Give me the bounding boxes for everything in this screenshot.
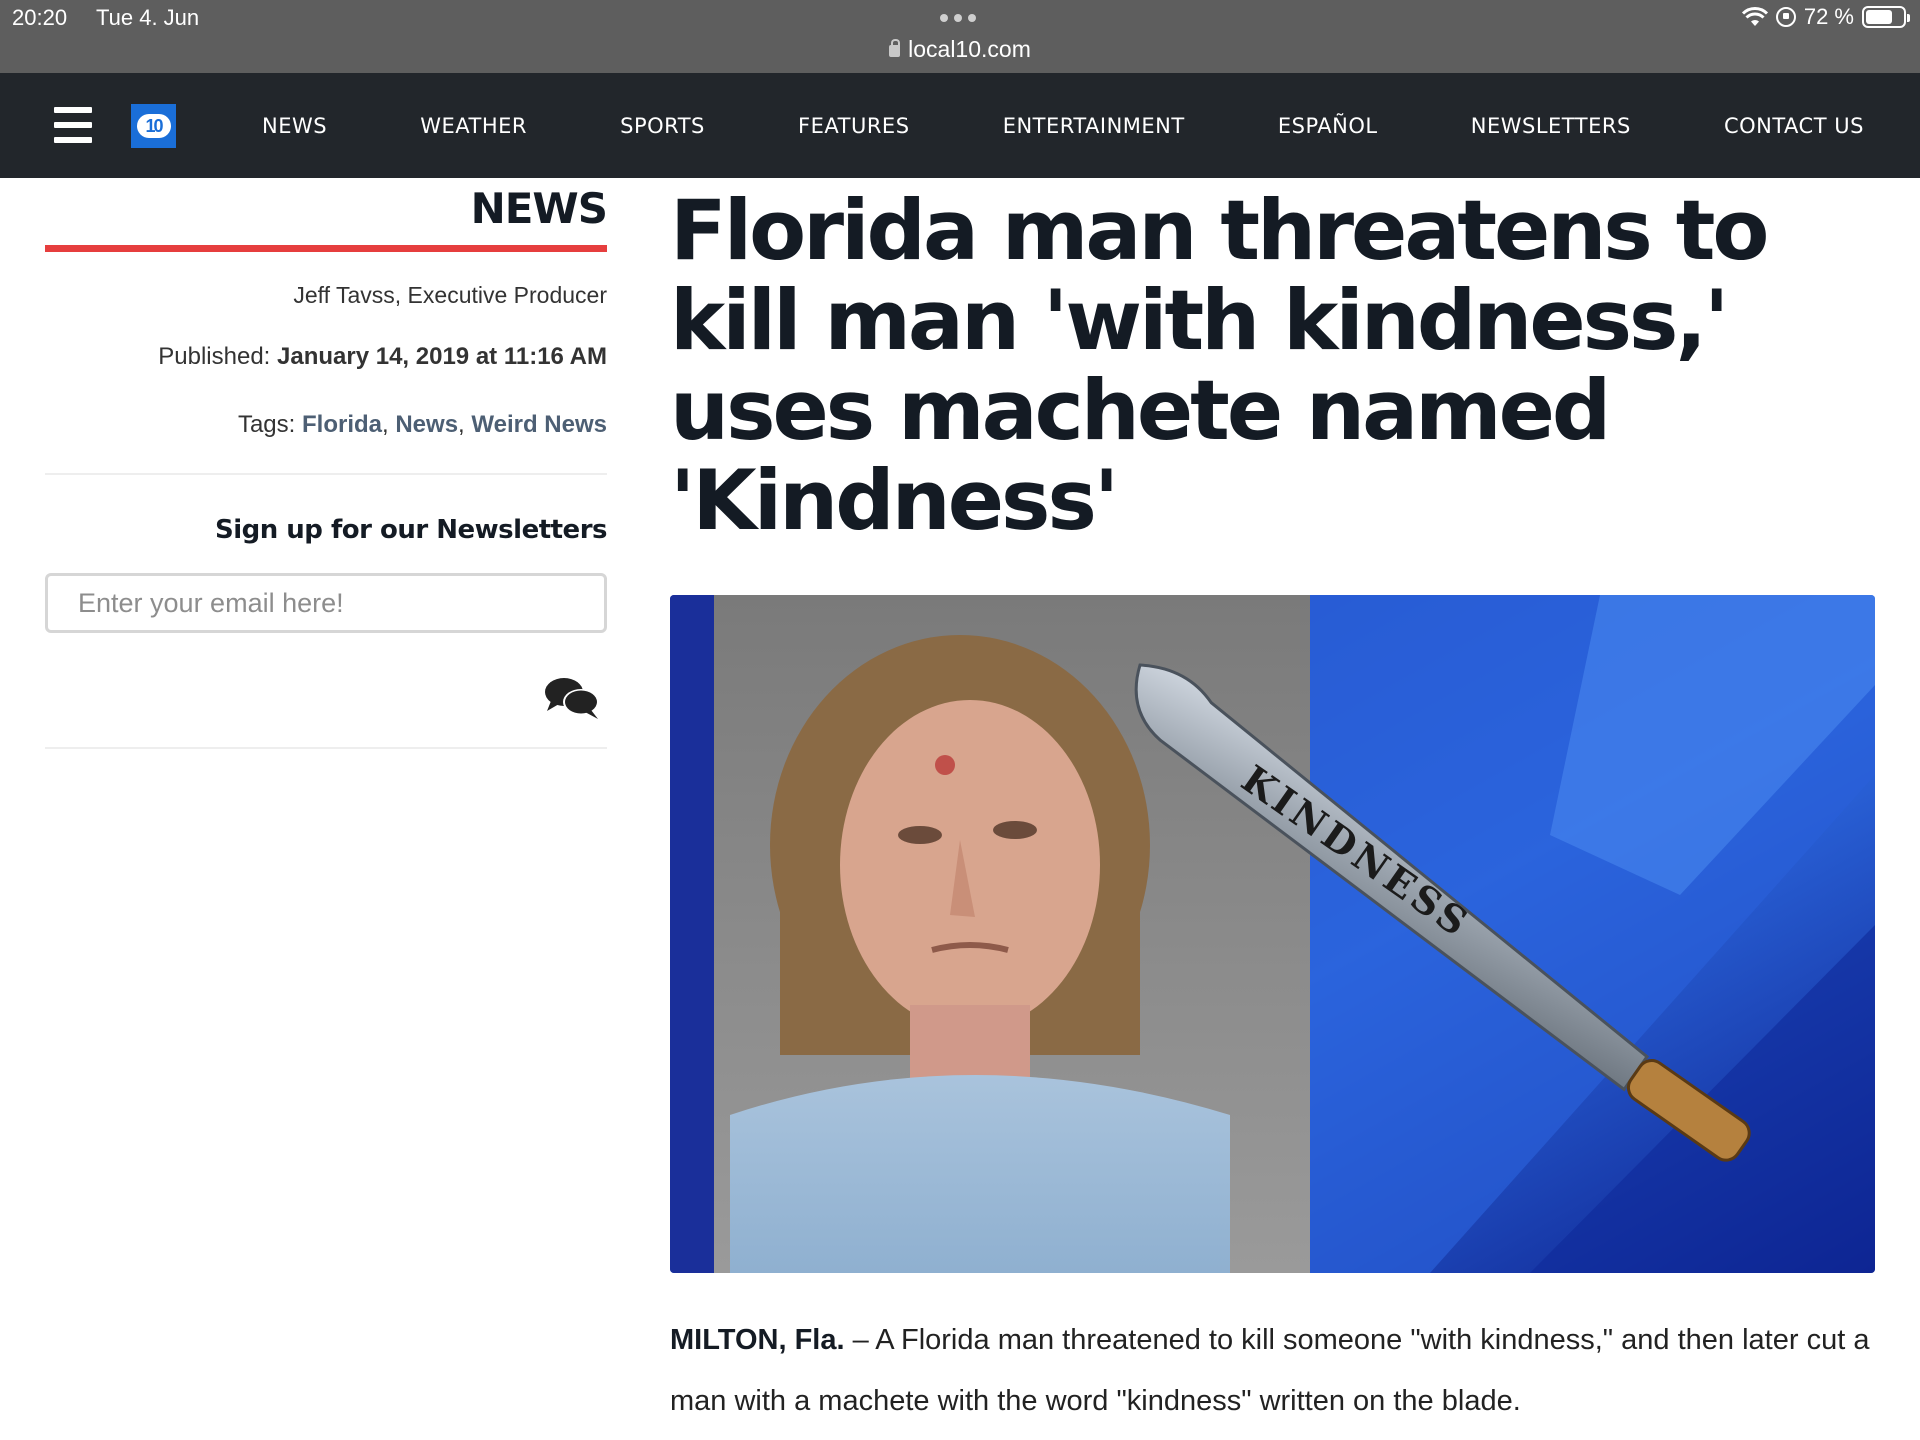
nav-item-features[interactable]: FEATURES: [772, 114, 935, 138]
battery-percent: 72 %: [1803, 4, 1854, 29]
nav-item-weather[interactable]: WEATHER: [394, 114, 553, 138]
lede-text: – A Florida man threatened to kill someo…: [670, 1324, 1870, 1417]
published-value: January 14, 2019 at 11:16 AM: [277, 343, 607, 370]
status-time: 20:20: [12, 5, 68, 30]
wifi-icon: [1741, 7, 1768, 27]
published-label: Published:: [158, 343, 271, 370]
email-field[interactable]: [45, 573, 607, 633]
tags-line: Tags: Florida, News, Weird News: [45, 411, 607, 439]
tag-link-news[interactable]: News: [395, 411, 458, 438]
tag-separator: ,: [382, 411, 396, 438]
multitask-dots-icon[interactable]: [940, 14, 976, 22]
nav-item-news[interactable]: NEWS: [236, 114, 353, 138]
hamburger-icon[interactable]: [54, 107, 92, 143]
article-sidebar: NEWS Jeff Tavss, Executive Producer Publ…: [45, 178, 608, 749]
article-lede: MILTON, Fla. – A Florida man threatened …: [670, 1310, 1870, 1432]
battery-level: [1866, 10, 1892, 24]
nav-item-sports[interactable]: SPORTS: [594, 114, 731, 138]
site-nav: 10 NEWS WEATHER SPORTS FEATURES ENTERTAI…: [0, 73, 1920, 178]
section-label[interactable]: NEWS: [45, 184, 608, 233]
divider: [45, 473, 607, 475]
published-date: Published: January 14, 2019 at 11:16 AM: [45, 343, 607, 371]
nav-item-espanol[interactable]: ESPAÑOL: [1252, 114, 1404, 138]
address-bar[interactable]: local10.com: [0, 36, 1920, 63]
hero-illustration: KINDNESS: [670, 595, 1875, 1273]
divider: [45, 747, 607, 749]
logo-mark: 10: [136, 114, 171, 138]
author-byline: Jeff Tavss, Executive Producer: [293, 282, 607, 308]
nav-item-entertainment[interactable]: ENTERTAINMENT: [977, 114, 1211, 138]
tag-separator: ,: [458, 411, 472, 438]
nav-items: NEWS WEATHER SPORTS FEATURES ENTERTAINME…: [236, 73, 1890, 178]
comments-area: [45, 633, 607, 733]
orientation-lock-icon: [1775, 7, 1796, 27]
status-bar: 20:20 Tue 4. Jun local10.com 72 %: [0, 0, 1920, 73]
nav-item-newsletters[interactable]: NEWSLETTERS: [1445, 114, 1657, 138]
article-headline: Florida man threatens to kill man 'with …: [670, 182, 1769, 549]
nav-item-contact-us[interactable]: CONTACT US: [1698, 114, 1890, 138]
section-divider: [45, 245, 607, 252]
tags-label: Tags:: [237, 411, 296, 438]
lock-icon: [889, 39, 901, 57]
comment-bubbles-icon[interactable]: [543, 675, 601, 721]
status-indicators: 72 %: [1741, 4, 1910, 30]
site-logo[interactable]: 10: [131, 104, 176, 148]
battery-icon: [1862, 6, 1910, 28]
status-date: Tue 4. Jun: [96, 5, 200, 30]
tag-link-weird-news[interactable]: Weird News: [471, 411, 607, 438]
tag-link-florida[interactable]: Florida: [302, 411, 382, 438]
dateline: MILTON, Fla.: [670, 1324, 845, 1356]
newsletter-title: Sign up for our Newsletters: [214, 515, 608, 545]
article-hero-image[interactable]: KINDNESS: [670, 595, 1875, 1273]
url-text: local10.com: [908, 36, 1031, 62]
